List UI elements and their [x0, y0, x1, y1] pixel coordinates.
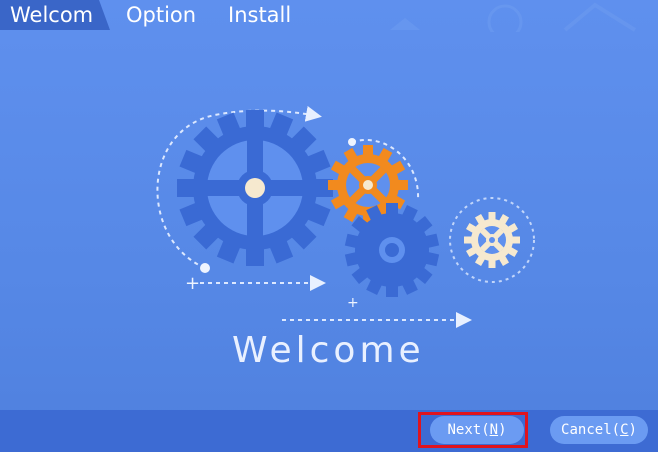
- welcome-heading: Welcome: [232, 330, 425, 371]
- cancel-button-label-close: ): [628, 422, 637, 438]
- cancel-button-label: Cancel(: [561, 422, 621, 438]
- svg-text:+: +: [347, 295, 359, 311]
- large-gear-icon: [177, 110, 333, 266]
- next-button-label: Next(: [447, 422, 490, 438]
- svg-text:+: +: [185, 273, 200, 294]
- cancel-button-hotkey: C: [620, 422, 629, 438]
- installer-window: Welcom Option Install + + Welcome Next(N…: [0, 0, 658, 452]
- medium-gear-icon: [344, 203, 440, 297]
- cream-gear-icon: [464, 212, 520, 268]
- next-button-hotkey: N: [489, 422, 499, 438]
- next-button[interactable]: Next(N): [430, 416, 524, 444]
- next-button-label-close: ): [498, 422, 507, 438]
- cancel-button[interactable]: Cancel(C): [550, 416, 648, 444]
